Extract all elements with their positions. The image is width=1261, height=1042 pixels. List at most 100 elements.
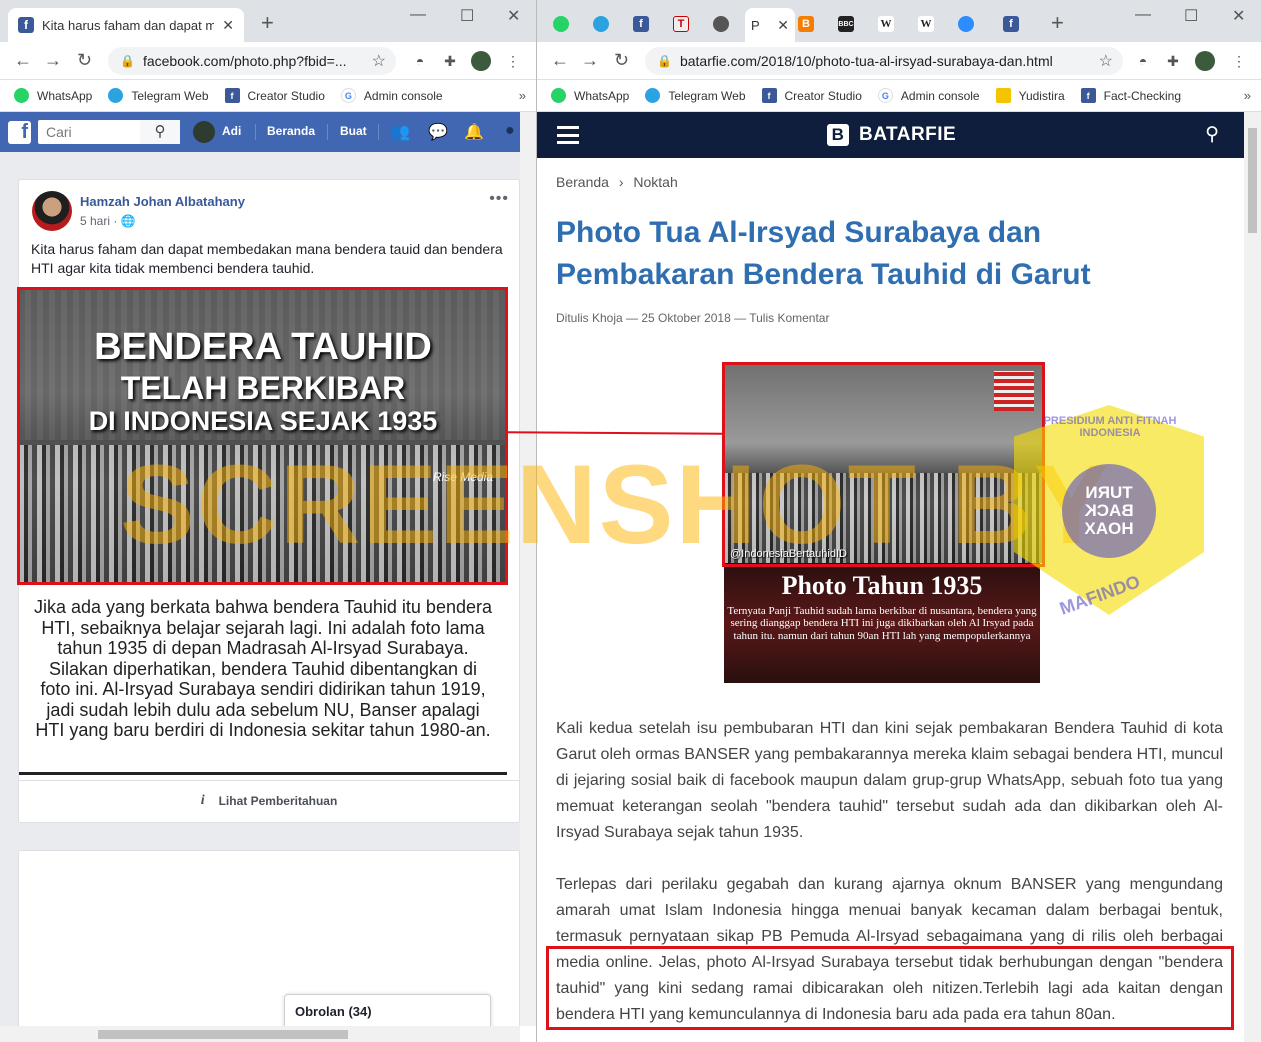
user-avatar[interactable] xyxy=(193,121,215,143)
bookmark-label: Fact-Checking xyxy=(1103,88,1182,103)
bookmarks-overflow-icon[interactable]: » xyxy=(519,88,526,103)
tab-batarfie-active[interactable]: P ✕ xyxy=(745,8,795,42)
profile-avatar[interactable] xyxy=(1195,51,1215,71)
wikipedia-tab-icon-2[interactable]: W xyxy=(918,16,934,32)
wikipedia-tab-icon[interactable]: W xyxy=(878,16,894,32)
telegram-tab-icon[interactable] xyxy=(593,16,609,32)
reload-icon[interactable]: ↻ xyxy=(614,50,629,70)
facebook-logo-icon[interactable]: f xyxy=(8,121,31,144)
extensions-puzzle-icon[interactable]: ✚ xyxy=(1163,51,1183,71)
address-text: batarfie.com/2018/10/photo-tua-al-irsyad… xyxy=(679,53,1053,69)
author-avatar[interactable] xyxy=(32,191,72,231)
site-logo-mark-icon: B xyxy=(827,124,849,146)
facebook-feed: Hamzah Johan Albatahany 5 hari · 🌐 ••• K… xyxy=(0,152,520,1042)
forward-arrow-icon[interactable]: → xyxy=(44,50,62,70)
back-arrow-icon[interactable]: ← xyxy=(551,50,569,70)
messenger-icon[interactable]: 💬 xyxy=(428,122,448,142)
incognito-extension-icon[interactable]: ◓ xyxy=(410,51,430,71)
close-tab-icon[interactable]: ✕ xyxy=(777,17,789,34)
tab-title: Kita harus faham dan dapat mem xyxy=(42,17,214,33)
article-byline: Ditulis Khoja — 25 Oktober 2018 — Tulis … xyxy=(556,311,830,325)
bookmarks-overflow-icon[interactable]: » xyxy=(1244,88,1251,103)
search-icon[interactable]: ⚲ xyxy=(1205,123,1219,146)
blogger-tab-icon[interactable]: B xyxy=(798,16,814,32)
bookmark-creator-studio[interactable]: f Creator Studio xyxy=(761,88,862,103)
minimize-button[interactable]: — xyxy=(410,6,426,24)
facebook-top-bar: f Cari ⚲ Adi Beranda Buat 👥 💬 🔔 ● xyxy=(0,112,536,152)
bookmark-label: Admin console xyxy=(363,88,443,103)
web-tab-icon[interactable] xyxy=(713,16,729,32)
vertical-scrollbar[interactable] xyxy=(520,112,536,1026)
globe-icon: 🌐 xyxy=(120,214,136,228)
close-window-button[interactable]: ✕ xyxy=(507,6,520,26)
bookmark-yudistira[interactable]: Yudistira xyxy=(995,88,1065,103)
maximize-button[interactable]: ☐ xyxy=(460,6,474,26)
address-bar[interactable]: 🔒 batarfie.com/2018/10/photo-tua-al-irsy… xyxy=(645,47,1123,75)
bookmark-label: WhatsApp xyxy=(574,88,630,103)
bookmark-whatsapp[interactable]: WhatsApp xyxy=(14,88,92,103)
bookmark-label: Telegram Web xyxy=(131,88,209,103)
lock-icon: 🔒 xyxy=(657,54,672,68)
bookmark-creator-studio[interactable]: f Creator Studio xyxy=(224,88,325,103)
close-window-button[interactable]: ✕ xyxy=(1232,6,1245,26)
notice-link[interactable]: i Lihat Pemberitahuan xyxy=(19,780,519,820)
notifications-bell-icon[interactable]: 🔔 xyxy=(464,122,484,142)
screenshot-watermark: SCREENSHOT BY xyxy=(120,442,1111,567)
site-header: B BATARFIE ⚲ xyxy=(537,112,1261,158)
breadcrumb: Beranda › Noktah xyxy=(556,174,678,190)
reload-icon[interactable]: ↻ xyxy=(77,50,92,70)
extensions-puzzle-icon[interactable]: ✚ xyxy=(440,51,460,71)
bookmark-telegram[interactable]: Telegram Web xyxy=(108,88,209,103)
facebook-tab-icon[interactable]: f xyxy=(633,16,649,32)
new-tab-button[interactable]: + xyxy=(261,12,274,34)
whatsapp-tab-icon[interactable] xyxy=(553,16,569,32)
more-options-icon[interactable]: ••• xyxy=(489,190,509,208)
maximize-button[interactable]: ☐ xyxy=(1184,6,1198,26)
breadcrumb-section[interactable]: Noktah xyxy=(633,174,677,190)
profile-link[interactable]: Adi xyxy=(222,124,241,138)
browser-menu-icon[interactable]: ⋮ xyxy=(503,51,523,71)
bookmark-whatsapp[interactable]: WhatsApp xyxy=(551,88,629,103)
bookmark-admin-console[interactable]: G Admin console xyxy=(877,88,980,103)
facebook-favicon-icon: f xyxy=(18,17,34,33)
facebook-tab-icon-2[interactable]: f xyxy=(1003,16,1019,32)
browser-menu-icon[interactable]: ⋮ xyxy=(1229,51,1249,71)
search-icon[interactable]: ⚲ xyxy=(140,120,180,144)
chat-label: Obrolan (34) xyxy=(295,1004,372,1019)
photo-caption-box: Jika ada yang berkata bahwa bendera Tauh… xyxy=(19,585,507,775)
scrollbar-thumb[interactable] xyxy=(98,1030,348,1039)
create-link[interactable]: Buat xyxy=(340,124,367,138)
profile-avatar[interactable] xyxy=(471,51,491,71)
bookmark-star-icon[interactable]: ☆ xyxy=(1099,51,1113,71)
google-icon: G xyxy=(877,88,893,103)
menu-hamburger-icon[interactable] xyxy=(557,126,579,144)
turn-back-hoax-text: TURN BACK HOAX xyxy=(1084,483,1134,538)
site-logo[interactable]: B BATARFIE xyxy=(827,124,956,146)
mafindo-ring-text: PRESIDIUM ANTI FITNAH INDONESIA xyxy=(1043,415,1177,439)
home-link[interactable]: Beranda xyxy=(267,124,315,138)
bookmark-fact-checking[interactable]: f Fact-Checking xyxy=(1080,88,1182,103)
tempo-tab-icon[interactable]: T xyxy=(673,16,689,32)
forward-arrow-icon[interactable]: → xyxy=(581,50,599,70)
incognito-extension-icon[interactable]: ◓ xyxy=(1133,51,1153,71)
bookmark-admin-console[interactable]: G Admin console xyxy=(340,88,443,103)
minimize-button[interactable]: — xyxy=(1135,6,1151,24)
vertical-scrollbar[interactable] xyxy=(1244,112,1261,1042)
breadcrumb-home[interactable]: Beranda xyxy=(556,174,609,190)
bbc-tab-icon[interactable]: BBC xyxy=(838,16,854,32)
scrollbar-thumb[interactable] xyxy=(1248,128,1257,233)
back-arrow-icon[interactable]: ← xyxy=(14,50,32,70)
quick-help-icon[interactable]: ● xyxy=(505,122,515,140)
zoom-tab-icon[interactable] xyxy=(958,16,974,32)
new-tab-button[interactable]: + xyxy=(1051,12,1064,34)
close-tab-icon[interactable]: ✕ xyxy=(222,17,234,34)
horizontal-scrollbar[interactable] xyxy=(0,1026,520,1042)
bookmark-star-icon[interactable]: ☆ xyxy=(372,51,386,71)
facebook-search-input[interactable]: Cari ⚲ xyxy=(38,120,180,144)
tab-facebook-post[interactable]: f Kita harus faham dan dapat mem ✕ xyxy=(8,8,244,42)
photo-caption-panel: Photo Tahun 1935 Ternyata Panji Tauhid s… xyxy=(724,563,1040,683)
friend-requests-icon[interactable]: 👥 xyxy=(390,122,410,142)
post-author[interactable]: Hamzah Johan Albatahany xyxy=(80,194,245,209)
bookmark-telegram[interactable]: Telegram Web xyxy=(645,88,746,103)
address-bar[interactable]: 🔒 facebook.com/photo.php?fbid=... ☆ xyxy=(108,47,396,75)
